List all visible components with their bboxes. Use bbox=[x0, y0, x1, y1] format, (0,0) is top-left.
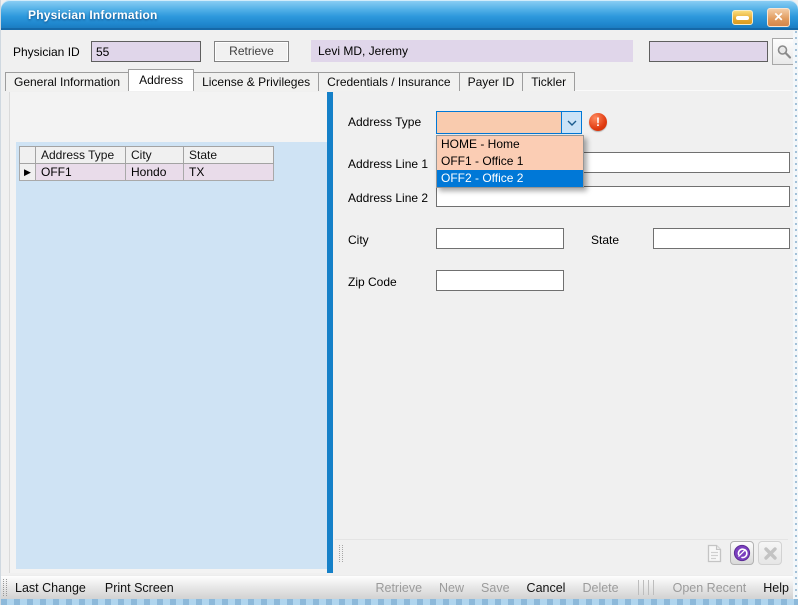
dropdown-option-off1[interactable]: OFF1 - Office 1 bbox=[437, 153, 583, 170]
toolbar-grip bbox=[339, 545, 343, 562]
help-command[interactable]: Help bbox=[763, 581, 789, 595]
document-icon bbox=[706, 544, 723, 563]
address-grid-background: Address Type City State ▶ OFF1 Hondo TX bbox=[16, 142, 328, 569]
state-label: State bbox=[591, 233, 619, 247]
dropdown-option-off2[interactable]: OFF2 - Office 2 bbox=[437, 170, 583, 187]
delete-command[interactable]: Delete bbox=[582, 581, 618, 595]
tab-payer-id[interactable]: Payer ID bbox=[459, 72, 524, 91]
combobox-dropdown-button[interactable] bbox=[561, 112, 581, 133]
retrieve-command[interactable]: Retrieve bbox=[375, 581, 422, 595]
physician-id-input[interactable] bbox=[91, 41, 201, 62]
address-grid-header-row: Address Type City State bbox=[20, 147, 274, 164]
address-type-combobox[interactable] bbox=[436, 111, 582, 134]
form-toolbar bbox=[335, 539, 788, 566]
window-right-edge bbox=[793, 31, 798, 599]
physician-information-window: Physician Information ✕ Physician ID Ret… bbox=[0, 0, 798, 605]
retrieve-button[interactable]: Retrieve bbox=[214, 41, 289, 62]
minimize-button[interactable] bbox=[732, 10, 753, 25]
statusbar-separator bbox=[638, 580, 654, 595]
physician-name-display: Levi MD, Jeremy bbox=[311, 40, 633, 62]
window-title: Physician Information bbox=[28, 8, 158, 22]
clear-x-icon bbox=[763, 546, 778, 561]
tab-credentials-insurance[interactable]: Credentials / Insurance bbox=[318, 72, 459, 91]
minimize-icon bbox=[736, 16, 749, 20]
address-line1-label: Address Line 1 bbox=[348, 157, 428, 171]
validation-error-icon: ! bbox=[589, 113, 607, 131]
new-command[interactable]: New bbox=[439, 581, 464, 595]
state-input[interactable] bbox=[653, 228, 790, 249]
physician-search-input[interactable] bbox=[649, 41, 768, 62]
clear-button[interactable] bbox=[758, 541, 782, 565]
address-line2-input[interactable] bbox=[436, 186, 790, 207]
titlebar[interactable]: Physician Information ✕ bbox=[1, 0, 798, 30]
column-header-city: City bbox=[126, 147, 184, 164]
status-bar: Last Change Print Screen Retrieve New Sa… bbox=[1, 575, 798, 599]
row-selector-header bbox=[20, 147, 36, 164]
print-screen-button[interactable]: Print Screen bbox=[105, 581, 174, 595]
address-type-dropdown-list: HOME - Home OFF1 - Office 1 OFF2 - Offic… bbox=[436, 135, 584, 188]
close-button[interactable]: ✕ bbox=[767, 8, 790, 27]
chevron-down-icon bbox=[567, 120, 577, 126]
table-row[interactable]: ▶ OFF1 Hondo TX bbox=[20, 164, 274, 181]
cell-state: TX bbox=[184, 164, 274, 181]
tab-address[interactable]: Address bbox=[128, 69, 194, 91]
purple-app-button[interactable] bbox=[730, 541, 754, 565]
purple-app-icon bbox=[733, 544, 751, 562]
dropdown-option-home[interactable]: HOME - Home bbox=[437, 136, 583, 153]
zip-code-input[interactable] bbox=[436, 270, 564, 291]
cancel-command[interactable]: Cancel bbox=[527, 581, 566, 595]
save-command[interactable]: Save bbox=[481, 581, 510, 595]
column-header-address-type: Address Type bbox=[36, 147, 126, 164]
physician-id-label: Physician ID bbox=[13, 45, 80, 59]
row-selector-icon: ▶ bbox=[20, 164, 36, 181]
close-icon: ✕ bbox=[773, 10, 783, 24]
tab-license-privileges[interactable]: License & Privileges bbox=[193, 72, 319, 91]
statusbar-grip bbox=[3, 579, 7, 596]
city-input[interactable] bbox=[436, 228, 564, 249]
cell-address-type: OFF1 bbox=[36, 164, 126, 181]
address-list-panel: Address Type City State ▶ OFF1 Hondo TX bbox=[9, 92, 327, 573]
open-recent-command[interactable]: Open Recent bbox=[673, 581, 747, 595]
tab-tickler[interactable]: Tickler bbox=[522, 72, 575, 91]
tab-general-information[interactable]: General Information bbox=[5, 72, 129, 91]
address-type-label: Address Type bbox=[348, 115, 421, 129]
search-icon bbox=[776, 44, 792, 60]
city-label: City bbox=[348, 233, 369, 247]
tab-bar: General Information Address License & Pr… bbox=[5, 69, 575, 91]
address-type-value[interactable] bbox=[437, 112, 561, 133]
document-button[interactable] bbox=[702, 541, 726, 565]
address-line2-label: Address Line 2 bbox=[348, 191, 428, 205]
last-change-button[interactable]: Last Change bbox=[15, 581, 86, 595]
address-grid: Address Type City State ▶ OFF1 Hondo TX bbox=[19, 146, 274, 181]
cell-city: Hondo bbox=[126, 164, 184, 181]
column-header-state: State bbox=[184, 147, 274, 164]
address-form-panel: Address Type ! HOME - Home OFF1 - Office… bbox=[333, 92, 791, 573]
zip-code-label: Zip Code bbox=[348, 275, 397, 289]
window-bottom-edge bbox=[1, 599, 798, 605]
